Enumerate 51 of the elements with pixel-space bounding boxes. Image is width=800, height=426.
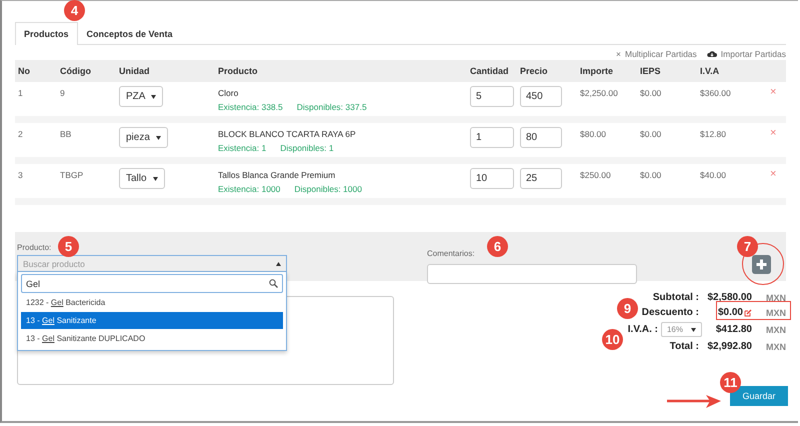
step-badge: 4	[64, 0, 85, 21]
product-name: Cloro	[218, 88, 240, 98]
iva-value: $412.80	[714, 324, 752, 335]
currency-label: MXN	[765, 324, 786, 334]
table-cell-text: $0.00	[640, 170, 662, 180]
table-cell-text: 3	[18, 170, 24, 180]
column-header: IEPS	[639, 66, 662, 76]
table-cell-text: $360.00	[700, 88, 732, 98]
stock-text: Existencia: 1000	[218, 184, 280, 194]
column-header: I.V.A	[699, 66, 720, 76]
subtotal-value: $2,580.00	[706, 292, 752, 303]
column-header: Importe	[579, 66, 614, 76]
currency-label: MXN	[765, 292, 786, 302]
table-cell-text: $2,250.00	[580, 88, 619, 98]
total-label: Total :	[668, 341, 700, 352]
currency-label: MXN	[765, 342, 786, 352]
available-text: Disponibles: 337.5	[296, 102, 367, 112]
table-cell-text: $0.00	[640, 88, 662, 98]
table-cell-text: $0.00	[640, 129, 662, 139]
iva-label: I.V.A. :	[628, 324, 658, 335]
subtotal-label: Subtotal :	[652, 292, 700, 303]
column-header: Cantidad	[469, 66, 510, 76]
step-badge: 11	[720, 372, 741, 393]
stock-text: Existencia: 338.5	[218, 102, 283, 112]
field-label: Comentarios:	[427, 249, 475, 258]
table-cell-text: $12.80	[700, 129, 727, 139]
table-cell-text: $80.00	[580, 129, 607, 139]
column-header: Código	[59, 66, 92, 76]
column-header: Precio	[519, 66, 549, 76]
discount-value: $0.00	[718, 307, 743, 318]
total-value: $2,992.80	[706, 341, 752, 352]
step-badge: 10	[602, 329, 623, 350]
available-text: Disponibles: 1000	[294, 184, 362, 194]
stock-text: Existencia: 1	[218, 143, 266, 153]
table-cell-text: $40.00	[700, 170, 727, 180]
table-cell-text: 2	[18, 129, 24, 139]
table-cell-text: 9	[60, 88, 66, 98]
column-header: Unidad	[118, 66, 150, 76]
table-cell-text: 1	[18, 88, 24, 98]
table-cell-text: $250.00	[580, 170, 612, 180]
column-header: Producto	[217, 66, 258, 76]
product-name: Tallos Blanca Grande Premium	[218, 170, 336, 180]
table-cell-text: TBGP	[60, 170, 84, 180]
product-name: BLOCK BLANCO TCARTA RAYA 6P	[218, 129, 357, 139]
currency-label: MXN	[765, 308, 786, 318]
discount-label: Descuento :	[640, 307, 700, 318]
available-text: Disponibles: 1	[280, 143, 334, 153]
table-cell-text: BB	[60, 129, 72, 139]
step-badge: 9	[617, 298, 638, 319]
field-label: Producto:	[17, 243, 52, 252]
column-header: No	[17, 66, 31, 76]
